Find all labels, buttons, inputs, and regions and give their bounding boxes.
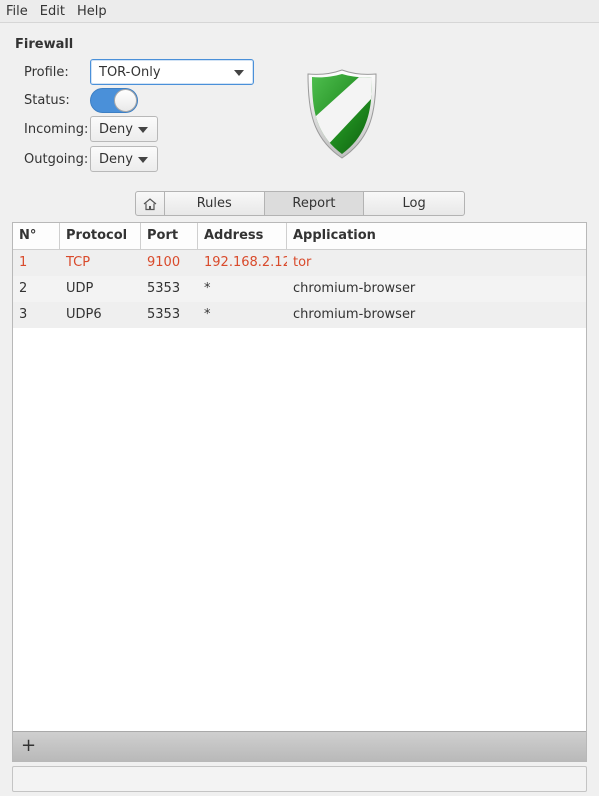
profile-label: Profile: [24, 65, 69, 80]
tab-home[interactable] [136, 192, 165, 215]
toggle-knob [114, 89, 137, 112]
cell-application: chromium-browser [293, 307, 416, 322]
cell-port: 9100 [147, 255, 181, 270]
column-header-application[interactable]: Application [287, 223, 586, 250]
status-toggle[interactable] [90, 88, 138, 113]
view-tabs: Rules Report Log [135, 191, 465, 216]
outgoing-value: Deny [99, 151, 133, 167]
cell-port: 5353 [147, 281, 181, 296]
menu-help[interactable]: Help [71, 4, 113, 19]
cell-number: 2 [19, 281, 28, 296]
menu-edit[interactable]: Edit [34, 4, 71, 19]
table-header: N° Protocol Port Address Application [13, 223, 586, 250]
column-header-address[interactable]: Address [198, 223, 287, 250]
menu-file[interactable]: File [0, 4, 34, 19]
cell-application: tor [293, 255, 312, 270]
cell-address: 192.168.2.123 [204, 255, 287, 270]
cell-address: * [204, 307, 211, 322]
incoming-dropdown[interactable]: Deny [90, 116, 158, 142]
column-header-number[interactable]: N° [13, 223, 60, 250]
add-rule-button[interactable]: + [21, 735, 36, 757]
column-header-port[interactable]: Port [141, 223, 198, 250]
firewall-section-title: Firewall [15, 37, 74, 52]
table-row[interactable]: 1 TCP 9100 192.168.2.123 tor [13, 250, 586, 276]
cell-number: 3 [19, 307, 28, 322]
tab-log[interactable]: Log [364, 192, 464, 215]
outgoing-dropdown[interactable]: Deny [90, 146, 158, 172]
status-label: Status: [24, 93, 70, 108]
cell-address: * [204, 281, 211, 296]
chevron-down-icon [138, 157, 148, 163]
menu-bar: File Edit Help [0, 0, 599, 23]
column-header-protocol[interactable]: Protocol [60, 223, 141, 250]
home-icon [143, 197, 157, 210]
chevron-down-icon [234, 70, 244, 76]
cell-port: 5353 [147, 307, 181, 322]
table-row[interactable]: 2 UDP 5353 * chromium-browser [13, 276, 586, 302]
tab-report[interactable]: Report [264, 192, 365, 215]
table-toolbar: + [13, 731, 586, 761]
cell-application: chromium-browser [293, 281, 416, 296]
profile-value: TOR-Only [99, 64, 161, 80]
profile-dropdown[interactable]: TOR-Only [90, 59, 254, 85]
table-row[interactable]: 3 UDP6 5353 * chromium-browser [13, 302, 586, 328]
chevron-down-icon [138, 127, 148, 133]
status-bar [12, 766, 587, 792]
tab-rules[interactable]: Rules [165, 192, 265, 215]
cell-protocol: UDP6 [66, 307, 102, 322]
cell-number: 1 [19, 255, 28, 270]
cell-protocol: TCP [66, 255, 91, 270]
incoming-value: Deny [99, 121, 133, 137]
shield-icon [307, 69, 377, 159]
cell-protocol: UDP [66, 281, 94, 296]
outgoing-label: Outgoing: [24, 152, 89, 167]
incoming-label: Incoming: [24, 122, 89, 137]
report-table: N° Protocol Port Address Application 1 T… [12, 222, 587, 762]
table-body: 1 TCP 9100 192.168.2.123 tor 2 UDP 5353 … [13, 250, 586, 328]
